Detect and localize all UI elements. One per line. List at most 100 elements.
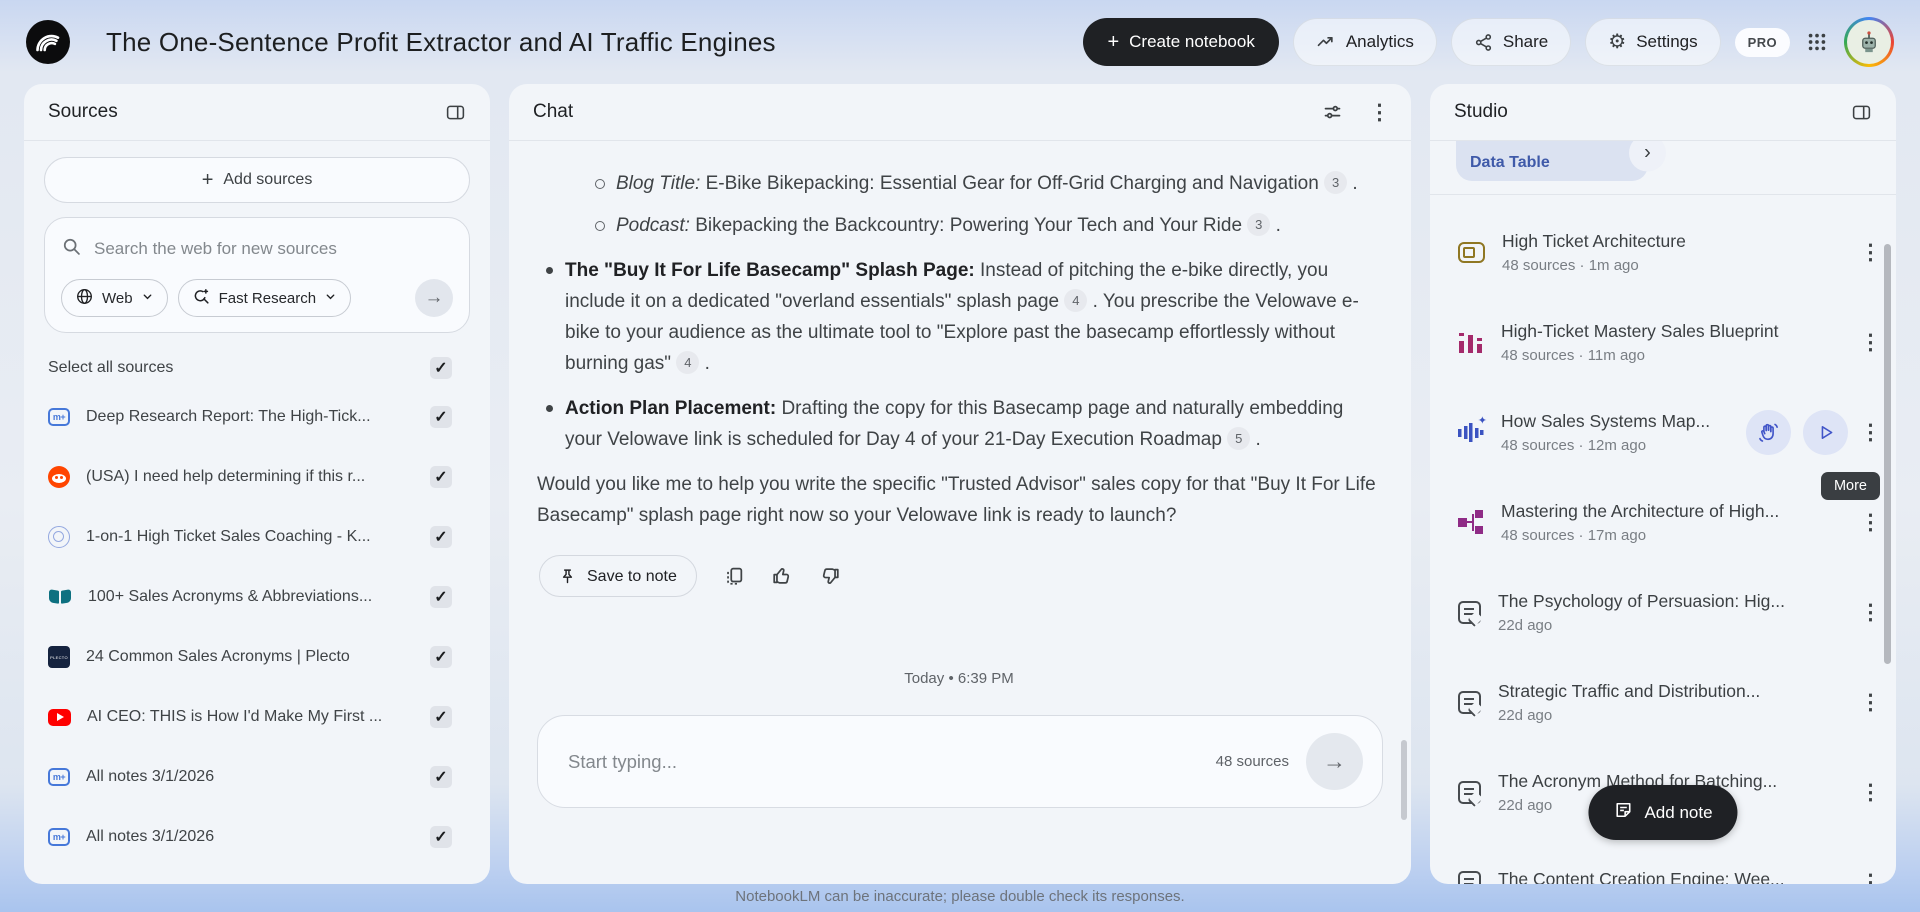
source-list-item[interactable]: All notes 3/1/2026 bbox=[24, 807, 490, 867]
note-blue-icon bbox=[48, 768, 70, 786]
studio-item-title: High-Ticket Mastery Sales Blueprint bbox=[1501, 321, 1843, 342]
chat-scrollbar[interactable] bbox=[1401, 740, 1407, 820]
collapse-panel-icon[interactable] bbox=[445, 102, 466, 123]
play-audio-button[interactable] bbox=[1803, 410, 1848, 455]
source-title: 100+ Sales Acronyms & Abbreviations... bbox=[88, 588, 414, 606]
studio-item[interactable]: The Content Creation Engine: Wee... bbox=[1430, 837, 1896, 884]
add-note-button[interactable]: Add note bbox=[1588, 785, 1737, 840]
web-filter-dropdown[interactable]: Web bbox=[61, 279, 168, 317]
source-checkbox[interactable] bbox=[430, 406, 452, 428]
studio-item-menu-icon[interactable] bbox=[1860, 870, 1878, 885]
source-list: Deep Research Report: The High-Tick... (… bbox=[24, 387, 490, 867]
studio-item-menu-icon[interactable] bbox=[1860, 330, 1878, 355]
bar-chart-icon bbox=[1458, 331, 1484, 353]
globe-icon bbox=[75, 287, 94, 310]
source-list-item[interactable]: AI CEO: THIS is How I'd Make My First ..… bbox=[24, 687, 490, 747]
source-checkbox[interactable] bbox=[430, 826, 452, 848]
studio-item-meta: 22d ago bbox=[1498, 617, 1843, 634]
chat-sub-bullet-list: Blog Title: E-Bike Bikepacking: Essentia… bbox=[537, 168, 1381, 241]
add-note-label: Add note bbox=[1644, 803, 1712, 823]
gear-icon bbox=[1608, 32, 1626, 53]
studio-item-title: High Ticket Architecture bbox=[1502, 231, 1843, 252]
copy-icon[interactable] bbox=[723, 565, 745, 587]
search-web-input[interactable] bbox=[94, 239, 453, 259]
text-segment: Podcast: bbox=[616, 215, 695, 236]
source-title: 24 Common Sales Acronyms | Plecto bbox=[86, 648, 414, 666]
text-segment: Blog Title: bbox=[616, 173, 706, 194]
note-blue-icon bbox=[48, 828, 70, 846]
studio-item-title: The Psychology of Persuasion: Hig... bbox=[1498, 591, 1843, 612]
chat-settings-icon[interactable] bbox=[1322, 102, 1343, 123]
user-avatar[interactable] bbox=[1844, 17, 1894, 67]
source-list-item[interactable]: (USA) I need help determining if this r.… bbox=[24, 447, 490, 507]
submit-search-button[interactable] bbox=[415, 279, 453, 317]
source-list-item[interactable]: 24 Common Sales Acronyms | Plecto bbox=[24, 627, 490, 687]
chevron-down-icon bbox=[141, 290, 154, 307]
chevron-right-icon[interactable] bbox=[1629, 141, 1666, 172]
studio-item-menu-icon[interactable] bbox=[1860, 690, 1878, 715]
citation-chip[interactable]: 3 bbox=[1324, 171, 1347, 194]
chat-input-field[interactable] bbox=[568, 751, 1216, 773]
source-checkbox[interactable] bbox=[430, 466, 452, 488]
plus-icon bbox=[1107, 32, 1119, 53]
thumbs-up-icon[interactable] bbox=[771, 565, 793, 587]
studio-item[interactable]: High-Ticket Mastery Sales Blueprint 48 s… bbox=[1430, 297, 1896, 387]
source-checkbox[interactable] bbox=[430, 766, 452, 788]
expand-panel-icon[interactable] bbox=[1851, 102, 1872, 123]
source-checkbox[interactable] bbox=[430, 706, 452, 728]
chat-message-area: Blog Title: E-Bike Bikepacking: Essentia… bbox=[509, 141, 1411, 694]
note-icon bbox=[1458, 691, 1481, 714]
chat-more-menu-icon[interactable] bbox=[1369, 100, 1387, 125]
google-apps-grid-icon[interactable] bbox=[1804, 29, 1830, 55]
source-list-item[interactable]: Deep Research Report: The High-Tick... bbox=[24, 387, 490, 447]
select-all-checkbox[interactable] bbox=[430, 357, 452, 379]
studio-scrollbar[interactable] bbox=[1884, 244, 1891, 664]
studio-item-menu-icon[interactable] bbox=[1860, 600, 1878, 625]
source-title: All notes 3/1/2026 bbox=[86, 768, 414, 786]
studio-item[interactable]: Strategic Traffic and Distribution... 22… bbox=[1430, 657, 1896, 747]
studio-item-menu-icon[interactable] bbox=[1860, 420, 1878, 445]
waveform-icon bbox=[1458, 420, 1484, 444]
citation-chip[interactable]: 5 bbox=[1227, 427, 1250, 450]
studio-item-menu-icon[interactable] bbox=[1860, 240, 1878, 265]
chat-sub-bullet: Podcast: Bikepacking the Backcountry: Po… bbox=[537, 210, 1381, 241]
settings-button[interactable]: Settings bbox=[1585, 18, 1720, 66]
save-to-note-button[interactable]: Save to note bbox=[539, 555, 697, 597]
chat-sub-bullet: Blog Title: E-Bike Bikepacking: Essentia… bbox=[537, 168, 1381, 199]
chat-bullet: The "Buy It For Life Basecamp" Splash Pa… bbox=[537, 255, 1381, 379]
source-list-item[interactable]: 1-on-1 High Ticket Sales Coaching - K... bbox=[24, 507, 490, 567]
web-filter-label: Web bbox=[102, 290, 133, 307]
source-checkbox[interactable] bbox=[430, 526, 452, 548]
data-table-card[interactable]: Data Table bbox=[1456, 141, 1648, 181]
citation-chip[interactable]: 3 bbox=[1247, 213, 1270, 236]
studio-item-menu-icon[interactable] bbox=[1860, 780, 1878, 805]
share-button[interactable]: Share bbox=[1451, 18, 1571, 66]
thumbs-down-icon[interactable] bbox=[819, 565, 841, 587]
add-sources-button[interactable]: Add sources bbox=[44, 157, 470, 203]
share-label: Share bbox=[1503, 32, 1548, 52]
citation-chip[interactable]: 4 bbox=[676, 351, 699, 374]
sources-panel-title: Sources bbox=[48, 101, 118, 123]
studio-item[interactable]: High Ticket Architecture 48 sources · 1m… bbox=[1430, 207, 1896, 297]
analytics-button[interactable]: Analytics bbox=[1293, 18, 1437, 66]
source-checkbox[interactable] bbox=[430, 586, 452, 608]
source-checkbox[interactable] bbox=[430, 646, 452, 668]
text-segment: . bbox=[1250, 429, 1261, 450]
notebooklm-logo-icon[interactable] bbox=[26, 20, 70, 64]
pro-badge: PRO bbox=[1735, 28, 1790, 57]
studio-item[interactable]: How Sales Systems Map... 48 sources · 12… bbox=[1430, 387, 1896, 477]
text-segment: E-Bike Bikepacking: Essential Gear for O… bbox=[706, 173, 1325, 194]
studio-item-list: High Ticket Architecture 48 sources · 1m… bbox=[1430, 207, 1896, 884]
studio-item[interactable]: The Psychology of Persuasion: Hig... 22d… bbox=[1430, 567, 1896, 657]
notebook-title: The One-Sentence Profit Extractor and AI… bbox=[106, 27, 776, 58]
source-list-item[interactable]: 100+ Sales Acronyms & Abbreviations... bbox=[24, 567, 490, 627]
send-message-button[interactable] bbox=[1306, 733, 1363, 790]
youtube-icon bbox=[48, 709, 71, 726]
interactive-mode-button[interactable] bbox=[1746, 410, 1791, 455]
note-icon bbox=[1458, 781, 1481, 804]
create-notebook-button[interactable]: Create notebook bbox=[1083, 18, 1278, 66]
research-mode-dropdown[interactable]: Fast Research bbox=[178, 279, 352, 317]
studio-item-menu-icon[interactable] bbox=[1860, 510, 1878, 535]
source-list-item[interactable]: All notes 3/1/2026 bbox=[24, 747, 490, 807]
citation-chip[interactable]: 4 bbox=[1064, 289, 1087, 312]
